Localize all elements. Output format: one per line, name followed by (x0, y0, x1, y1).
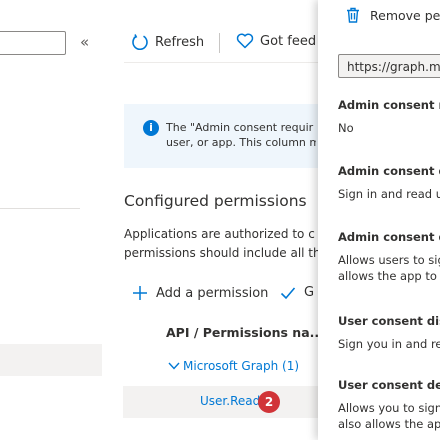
permission-group-row[interactable]: Microsoft Graph (1) (168, 359, 299, 373)
field-value: Sign you in and rea (338, 337, 440, 351)
refresh-button[interactable]: Refresh (131, 33, 204, 51)
info-line: The "Admin consent requir (166, 121, 314, 134)
section-description: Applications are authorized to c permiss… (124, 225, 320, 263)
chevron-down-icon (168, 362, 180, 370)
heart-icon (236, 33, 254, 49)
info-line: user, or app. This column m (166, 136, 316, 149)
grant-consent-label: G (304, 285, 315, 300)
field-value: Allows users to sig (338, 253, 440, 267)
field-value: Allows you to sign (338, 401, 440, 415)
collapse-menu-button[interactable]: « (80, 34, 89, 50)
trash-icon (347, 7, 359, 23)
grant-consent-button[interactable]: G (280, 285, 314, 300)
step-badge: 2 (258, 391, 280, 413)
remove-permission-button[interactable]: Remove pe (346, 7, 440, 23)
field-value: allows the app to r (338, 269, 440, 283)
section-heading: Configured permissions (124, 192, 307, 210)
permission-link[interactable]: User.Read (200, 394, 260, 408)
info-icon: i (143, 120, 159, 136)
toolbar-separator (219, 33, 220, 53)
api-url-field[interactable]: https://graph.m (338, 54, 440, 78)
description-line: permissions should include all th (124, 246, 320, 260)
feedback-button[interactable]: Got feed (236, 33, 316, 49)
column-header-api-permissions[interactable]: API / Permissions na... (166, 325, 324, 340)
divider (0, 208, 80, 209)
checkmark-icon (280, 286, 296, 299)
field-label: User consent desc (338, 378, 440, 392)
add-permission-label: Add a permission (156, 285, 269, 301)
add-permission-button[interactable]: Add a permission (132, 285, 268, 301)
plus-icon (133, 286, 147, 300)
search-input[interactable] (0, 31, 66, 55)
toolbar-divider (124, 62, 320, 63)
refresh-icon (132, 34, 148, 51)
selected-nav-item[interactable] (0, 344, 102, 376)
feedback-label: Got feed (260, 33, 317, 49)
field-value: No (338, 121, 354, 135)
permission-group-label: Microsoft Graph (1) (183, 359, 300, 373)
field-value: Sign in and read u (338, 187, 440, 201)
field-label: Admin consent di (338, 164, 440, 178)
field-value: also allows the app (338, 417, 440, 431)
field-label: Admin consent re (338, 98, 440, 112)
permission-details-panel: Remove pe https://graph.m Admin consent … (318, 0, 440, 440)
description-line: Applications are authorized to c (124, 227, 315, 241)
info-banner-text: The "Admin consent requir user, or app. … (166, 120, 316, 150)
refresh-label: Refresh (155, 34, 205, 50)
remove-permission-label: Remove pe (370, 7, 440, 23)
field-label: Admin consent de (338, 230, 440, 244)
field-label: User consent disp (338, 314, 440, 328)
